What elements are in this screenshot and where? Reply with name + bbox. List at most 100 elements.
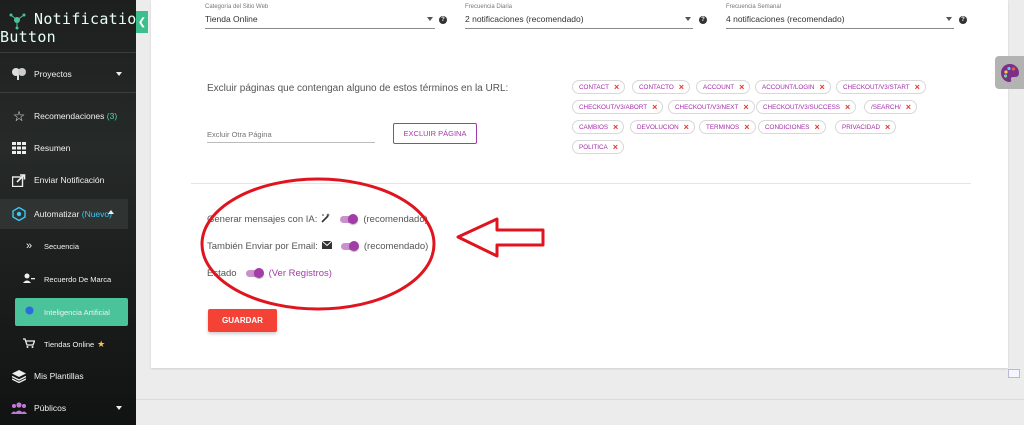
sidebar-item-proyectos[interactable]: Proyectos xyxy=(0,59,136,89)
select-underline xyxy=(205,28,435,29)
excluded-term-chip: CONTACTO × xyxy=(632,80,691,94)
ai-recommended-note: (recomendado) xyxy=(363,213,428,225)
sidebar-subitem-label: Inteligencia Artificial xyxy=(44,307,110,317)
sidebar-item-label: Enviar Notificación xyxy=(34,175,105,185)
remove-icon[interactable]: × xyxy=(739,82,744,92)
sidebar-divider xyxy=(0,92,136,93)
hexagon-icon xyxy=(9,204,29,224)
help-icon[interactable]: ? xyxy=(699,16,707,24)
excluded-term-chip: ACCOUNT × xyxy=(696,80,751,94)
email-option: También Enviar por Email: (recomendado) xyxy=(207,238,428,254)
sidebar-subitem-tiendas-online[interactable]: Tiendas Online ★ xyxy=(0,330,136,358)
remove-icon[interactable]: × xyxy=(744,122,749,132)
remove-icon[interactable]: × xyxy=(613,142,618,152)
chevron-up-icon xyxy=(108,210,114,214)
excluded-term-label: ACCOUNT xyxy=(703,83,735,91)
sidebar-subitem-inteligencia-artificial[interactable]: Inteligencia Artificial xyxy=(0,298,136,326)
sidebar-divider xyxy=(0,52,136,53)
select-underline xyxy=(726,28,954,29)
remove-icon[interactable]: × xyxy=(915,82,920,92)
dropdown-arrow-icon xyxy=(946,17,952,21)
excluded-term-chip: CHECKOUT/V3/START × xyxy=(836,80,926,94)
toggle-knob xyxy=(348,241,359,251)
sidebar-item-publicos[interactable]: Públicos xyxy=(0,393,136,423)
sidebar-item-enviar-notificacion[interactable]: Enviar Notificación xyxy=(0,165,136,195)
star-icon: ★ xyxy=(97,338,106,349)
help-icon[interactable]: ? xyxy=(439,16,447,24)
brand[interactable]: Notification Button xyxy=(0,8,146,48)
daily-frequency-select[interactable]: Frecuencia Diaria 2 notificaciones (reco… xyxy=(465,0,693,30)
excluded-term-chip: TERMINOS × xyxy=(699,120,756,134)
email-option-label: También Enviar por Email: xyxy=(207,240,318,252)
select-underline xyxy=(465,28,693,29)
email-toggle[interactable] xyxy=(339,241,359,251)
recomendaciones-count: (3) xyxy=(106,111,118,121)
view-logs-link[interactable]: (Ver Registros) xyxy=(269,268,332,279)
excluded-term-chip: CHECKOUT/V3/ABORT × xyxy=(572,100,664,114)
remove-icon[interactable]: × xyxy=(614,82,619,92)
remove-icon[interactable]: × xyxy=(819,82,824,92)
toggle-knob xyxy=(253,268,264,278)
excluded-term-chip: CONTACT × xyxy=(572,80,626,94)
mail-icon[interactable] xyxy=(1008,369,1020,378)
sidebar-item-label: Resumen xyxy=(34,143,71,153)
category-select-value: Tienda Online xyxy=(205,14,258,24)
weekly-frequency-label: Frecuencia Semanal xyxy=(726,4,782,10)
theme-palette-button[interactable] xyxy=(995,56,1024,89)
sidebar-item-label: Recomendaciones (3) xyxy=(34,111,117,121)
remove-icon[interactable]: × xyxy=(652,102,657,112)
excluded-term-label: /SEARCH/ xyxy=(871,103,901,111)
sidebar-item-automatizar[interactable]: Automatizar (Nuevo) xyxy=(0,199,136,229)
envelope-icon xyxy=(321,240,333,251)
exclude-page-input[interactable] xyxy=(207,127,375,143)
excluded-term-chip: DEVOLUCION × xyxy=(630,120,695,134)
daily-frequency-label: Frecuencia Diaria xyxy=(465,4,513,10)
remove-icon[interactable]: × xyxy=(845,102,850,112)
remove-icon[interactable]: × xyxy=(885,122,890,132)
brand-name-line1: Notification xyxy=(34,10,146,28)
sidebar-item-resumen[interactable]: Resumen xyxy=(0,133,136,163)
dropdown-arrow-icon xyxy=(427,17,433,21)
remove-icon[interactable]: × xyxy=(679,82,684,92)
chevron-down-icon xyxy=(116,406,122,410)
exclude-page-button[interactable]: EXCLUIR PÁGINA xyxy=(393,123,477,144)
sidebar-item-label: Proyectos xyxy=(34,69,72,79)
collapse-sidebar-button[interactable]: ❮ xyxy=(136,11,148,33)
remove-icon[interactable]: × xyxy=(743,102,748,112)
excluded-term-chip: CHECKOUT/V3/SUCCESS × xyxy=(756,100,857,114)
excluded-term-label: DEVOLUCION xyxy=(637,123,679,131)
sidebar-subitem-label: Secuencia xyxy=(44,241,80,251)
footer-divider xyxy=(136,399,1024,400)
sidebar-subitem-secuencia[interactable]: » Secuencia xyxy=(0,232,136,260)
double-chevron-icon: » xyxy=(25,240,33,252)
excluded-term-chip: CAMBIOS × xyxy=(572,120,625,134)
automatizar-label: Automatizar xyxy=(34,209,80,219)
weekly-frequency-select[interactable]: Frecuencia Semanal 4 notificaciones (rec… xyxy=(726,0,954,30)
excluded-term-chip: PRIVACIDAD × xyxy=(835,120,897,134)
sidebar-item-recomendaciones[interactable]: ☆ Recomendaciones (3) xyxy=(0,101,136,131)
remove-icon[interactable]: × xyxy=(613,122,618,132)
excluded-term-label: CHECKOUT/V3/NEXT xyxy=(675,103,739,111)
status-toggle[interactable] xyxy=(244,268,264,278)
excluded-term-chip: ACCOUNT/LOGIN × xyxy=(755,80,831,94)
excluded-term-label: CAMBIOS xyxy=(579,123,609,131)
sidebar-item-mis-plantillas[interactable]: Mis Plantillas xyxy=(0,361,136,391)
excluded-term-label: CONTACTO xyxy=(639,83,674,91)
sidebar-item-label: Automatizar (Nuevo) xyxy=(34,209,112,219)
save-button[interactable]: GUARDAR xyxy=(208,309,277,332)
category-select[interactable]: Categoría del Sitio Web Tienda Online xyxy=(205,0,435,30)
section-divider xyxy=(191,183,971,184)
remove-icon[interactable]: × xyxy=(814,122,819,132)
brand-name-line2: Button xyxy=(0,28,56,46)
sidebar-subitem-recuerdo-de-marca[interactable]: Recuerdo De Marca xyxy=(0,265,136,293)
brain-icon xyxy=(9,64,29,84)
help-icon[interactable]: ? xyxy=(959,16,967,24)
sidebar-item-label: Mis Plantillas xyxy=(34,371,84,381)
sidebar-subitem-label: Tiendas Online ★ xyxy=(44,339,105,350)
excluded-term-chip: CONDICIONES × xyxy=(758,120,826,134)
ai-messages-toggle[interactable] xyxy=(338,214,359,224)
remove-icon[interactable]: × xyxy=(684,122,689,132)
excluded-term-label: PRIVACIDAD xyxy=(842,123,881,131)
remove-icon[interactable]: × xyxy=(906,102,911,112)
recomendaciones-label: Recomendaciones xyxy=(34,111,105,121)
